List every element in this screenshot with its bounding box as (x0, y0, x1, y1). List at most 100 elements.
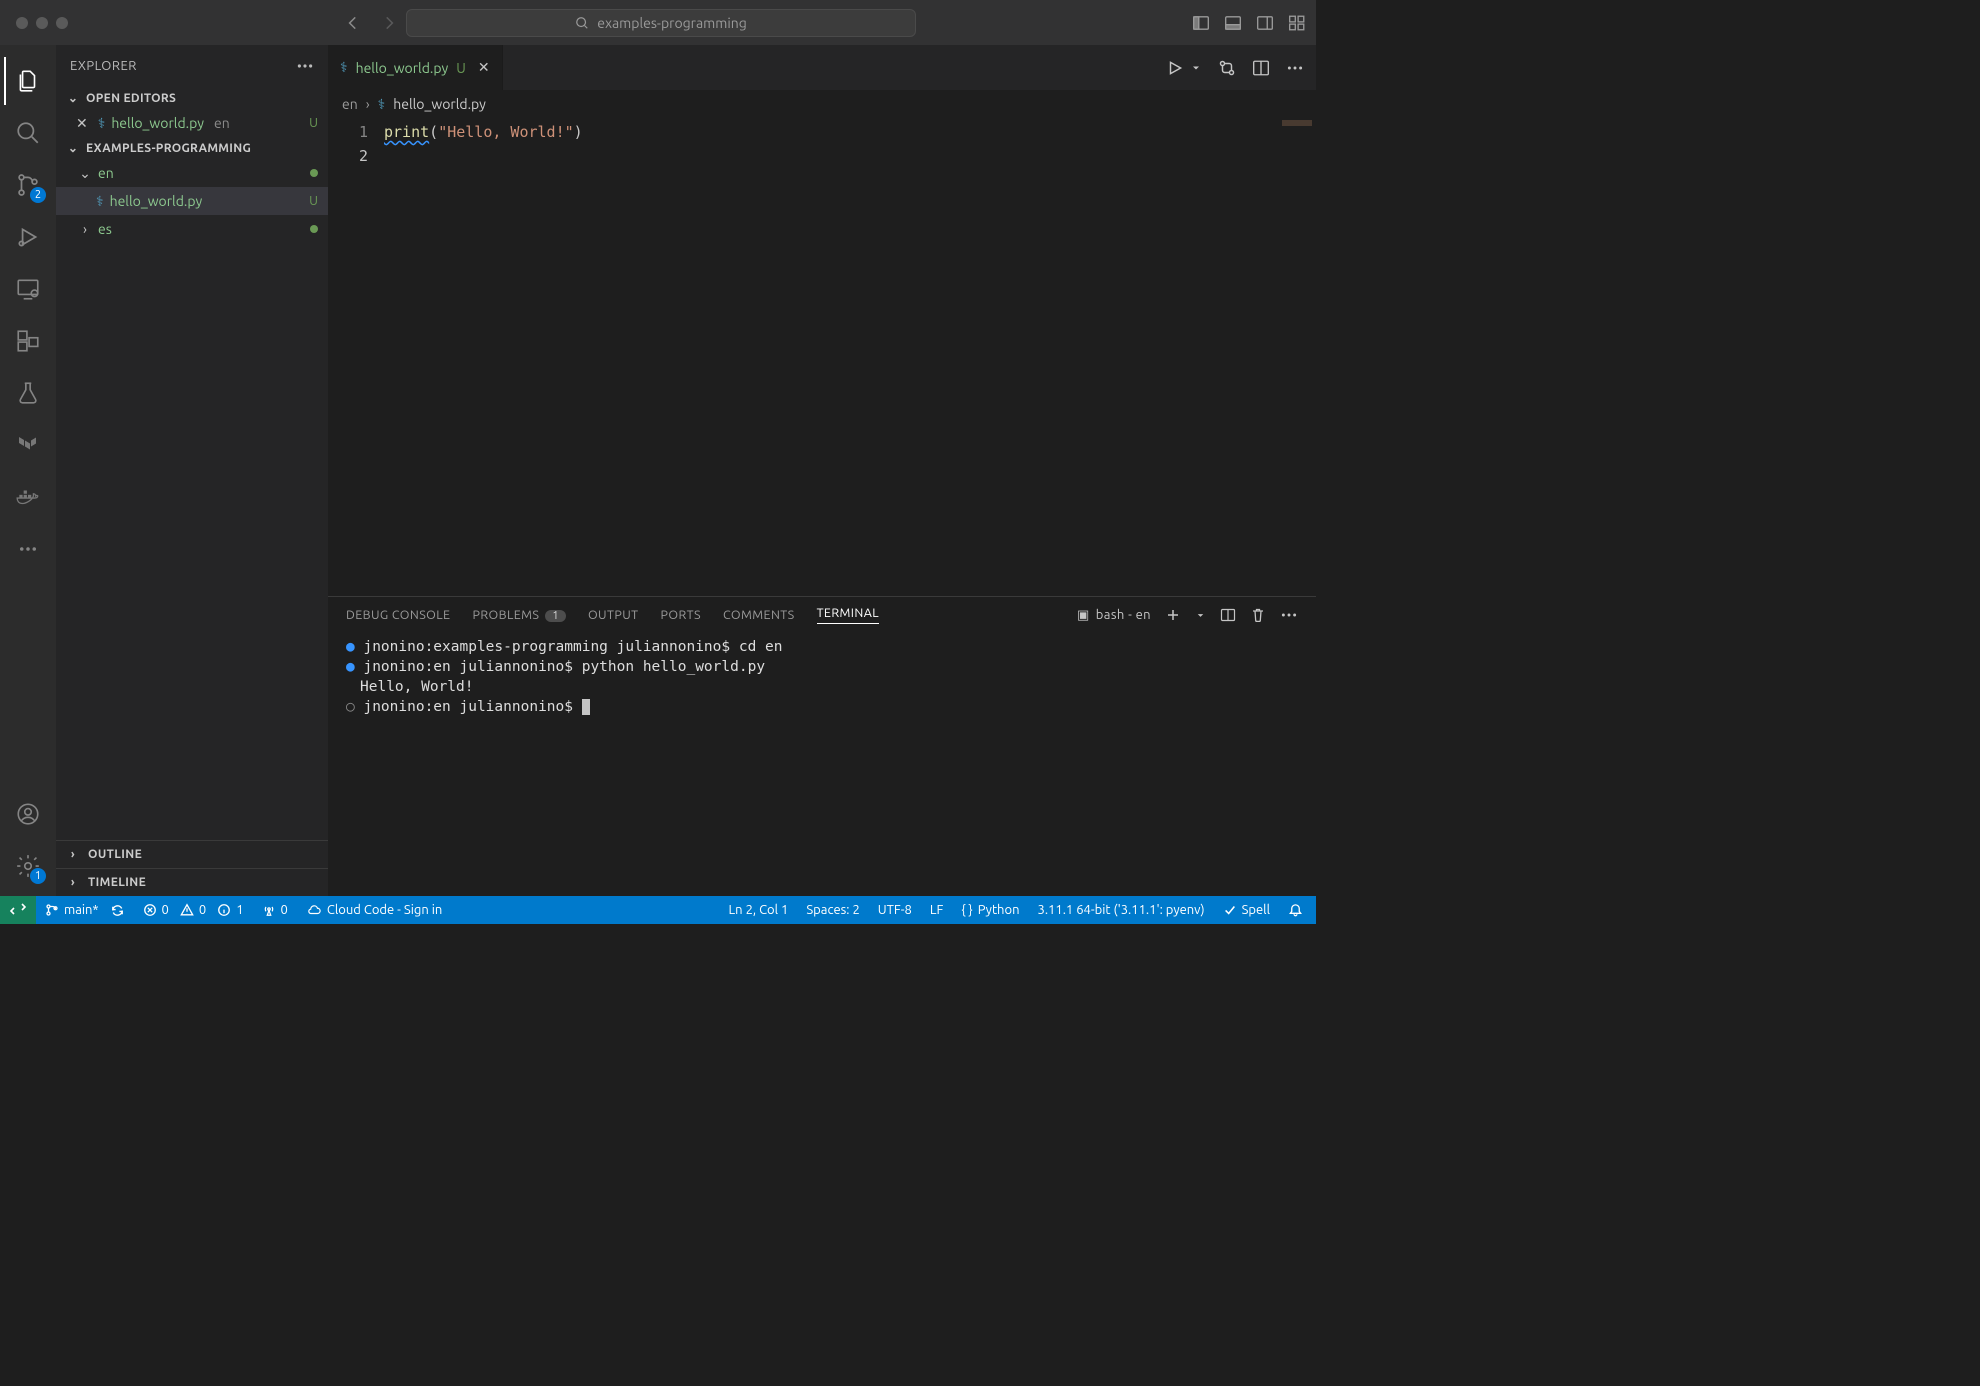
open-editor-item[interactable]: ✕ ⚕ hello_world.py en U (56, 109, 328, 137)
file-status: U (309, 194, 318, 208)
account-icon (15, 801, 41, 827)
folder-es[interactable]: › es (56, 215, 328, 243)
project-section[interactable]: ⌄ EXAMPLES-PROGRAMMING (56, 137, 328, 159)
file-label: hello_world.py (110, 193, 203, 209)
new-terminal-icon[interactable] (1165, 607, 1181, 623)
activity-remote[interactable] (4, 265, 52, 313)
remote-icon (10, 902, 26, 918)
search-icon (15, 120, 41, 146)
modified-dot-icon (310, 225, 318, 233)
status-encoding[interactable]: UTF-8 (869, 896, 921, 924)
open-editor-dir: en (214, 115, 230, 131)
status-eol[interactable]: LF (921, 896, 952, 924)
nav-back-icon[interactable] (344, 14, 362, 32)
panel-tab-problems[interactable]: PROBLEMS1 (472, 608, 566, 622)
split-editor-icon[interactable] (1252, 59, 1270, 77)
open-editors-section[interactable]: ⌄ OPEN EDITORS (56, 87, 328, 109)
status-language[interactable]: { } Python (952, 896, 1028, 924)
panel-tab-terminal[interactable]: TERMINAL (817, 606, 879, 624)
git-compare-icon[interactable] (1218, 59, 1236, 77)
chevron-down-icon: ⌄ (78, 165, 92, 182)
timeline-section[interactable]: › TIMELINE (56, 868, 328, 896)
remote-indicator[interactable] (0, 896, 36, 924)
activity-search[interactable] (4, 109, 52, 157)
close-icon[interactable]: ✕ (76, 115, 88, 132)
status-ports[interactable]: 0 (253, 896, 297, 924)
panel-tab-comments[interactable]: COMMENTS (723, 608, 795, 622)
status-cursor-position[interactable]: Ln 2, Col 1 (720, 896, 798, 924)
search-placeholder: examples-programming (597, 15, 747, 31)
file-hello-world[interactable]: ⚕ hello_world.py U (56, 187, 328, 215)
activity-extensions[interactable] (4, 317, 52, 365)
activity-explorer[interactable] (4, 57, 52, 105)
modified-dot-icon (310, 169, 318, 177)
terminal-profile[interactable]: ▣bash - en (1077, 608, 1151, 623)
folder-en[interactable]: ⌄ en (56, 159, 328, 187)
open-editor-filename: hello_world.py (111, 115, 204, 131)
code-editor[interactable]: 1 2 print("Hello, World!") (328, 118, 1316, 596)
breadcrumb-file[interactable]: hello_world.py (393, 96, 486, 112)
kill-terminal-icon[interactable] (1250, 607, 1266, 623)
tab-more-icon[interactable] (1286, 59, 1304, 77)
status-interpreter[interactable]: 3.11.1 64-bit ('3.11.1': pyenv) (1029, 896, 1214, 924)
folder-label: es (98, 221, 112, 237)
more-icon (18, 539, 38, 559)
code-content[interactable]: print("Hello, World!") (384, 118, 1316, 596)
activity-scm[interactable]: 2 (4, 161, 52, 209)
activity-run-debug[interactable] (4, 213, 52, 261)
activity-testing[interactable] (4, 369, 52, 417)
close-tab-icon[interactable]: ✕ (478, 59, 490, 76)
bell-icon (1288, 903, 1303, 918)
sidebar-more-icon[interactable] (296, 57, 314, 75)
zoom-window-dot[interactable] (56, 17, 68, 29)
line-number: 2 (328, 144, 368, 168)
nav-forward-icon[interactable] (380, 14, 398, 32)
split-terminal-icon[interactable] (1220, 607, 1236, 623)
customize-layout-icon[interactable] (1288, 14, 1306, 32)
minimize-window-dot[interactable] (36, 17, 48, 29)
check-icon (1223, 903, 1237, 917)
layout-panel-icon[interactable] (1224, 14, 1242, 32)
status-bar: main* 0 0 1 0 Cloud Code - Sign in Ln 2,… (0, 896, 1316, 924)
run-dropdown-icon[interactable] (1190, 62, 1202, 74)
layout-sidebar-left-icon[interactable] (1192, 14, 1210, 32)
terminal-output[interactable]: ● jnonino:examples-programming juliannon… (328, 633, 1316, 896)
activity-extra-1[interactable] (4, 421, 52, 469)
term-cmd: cd en (739, 639, 783, 655)
cloud-icon (306, 903, 322, 917)
activity-settings[interactable]: 1 (4, 842, 52, 890)
panel-tab-debug-console[interactable]: DEBUG CONSOLE (346, 608, 450, 622)
activity-accounts[interactable] (4, 790, 52, 838)
close-window-dot[interactable] (16, 17, 28, 29)
activity-docker[interactable] (4, 473, 52, 521)
activity-overflow[interactable] (4, 525, 52, 573)
chevron-down-icon: ⌄ (66, 91, 80, 105)
layout-sidebar-right-icon[interactable] (1256, 14, 1274, 32)
status-indentation[interactable]: Spaces: 2 (797, 896, 868, 924)
terminal-cursor (582, 699, 590, 715)
token-string: "Hello, World!" (438, 123, 573, 141)
term-output: Hello, World! (360, 679, 474, 695)
token-function: print (384, 123, 429, 141)
term-prompt: jnonino:en juliannonino$ (363, 659, 581, 675)
command-center-search[interactable]: examples-programming (406, 9, 916, 37)
panel-tab-ports[interactable]: PORTS (661, 608, 701, 622)
beaker-icon (15, 380, 41, 406)
panel-tab-output[interactable]: OUTPUT (588, 608, 639, 622)
tab-hello-world[interactable]: ⚕ hello_world.py U ✕ (328, 45, 503, 90)
status-notifications[interactable] (1279, 896, 1312, 924)
chevron-right-icon: › (66, 876, 80, 889)
status-spell[interactable]: Spell (1214, 896, 1279, 924)
folder-label: en (98, 165, 114, 181)
minimap[interactable] (1282, 120, 1312, 126)
terminal-dropdown-icon[interactable] (1195, 610, 1206, 621)
run-file-icon[interactable] (1166, 59, 1184, 77)
sync-icon[interactable] (110, 903, 125, 918)
breadcrumb[interactable]: en › ⚕ hello_world.py (328, 90, 1316, 118)
panel-more-icon[interactable] (1280, 606, 1298, 624)
breadcrumb-dir[interactable]: en (342, 96, 358, 112)
outline-section[interactable]: › OUTLINE (56, 840, 328, 868)
status-cloud-code[interactable]: Cloud Code - Sign in (297, 896, 451, 924)
status-problems[interactable]: 0 0 1 (134, 896, 253, 924)
status-branch[interactable]: main* (36, 896, 134, 924)
